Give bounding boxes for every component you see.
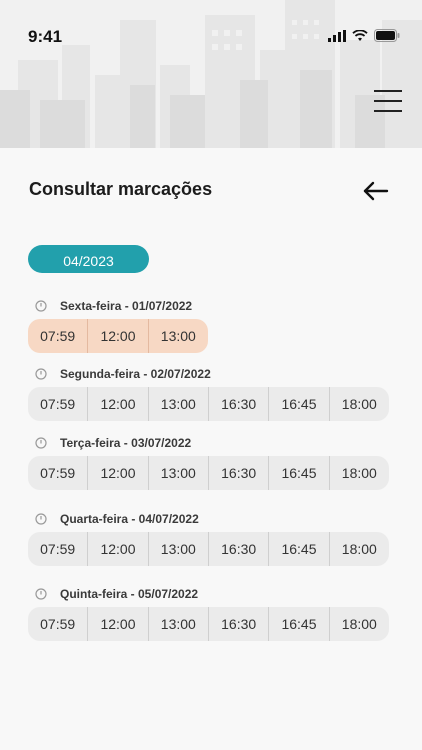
- time-entry[interactable]: 07:59: [28, 387, 87, 421]
- day-label: Quarta-feira - 04/07/2022: [60, 512, 199, 526]
- day-group: Terça-feira - 03/07/2022 07:59 12:00 13:…: [28, 435, 389, 490]
- day-group: Sexta-feira - 01/07/2022 07:59 12:00 13:…: [28, 298, 389, 353]
- time-entry[interactable]: 16:45: [268, 387, 328, 421]
- day-header: Terça-feira - 03/07/2022: [28, 435, 389, 451]
- day-header: Quarta-feira - 04/07/2022: [28, 511, 389, 527]
- day-group: Quinta-feira - 05/07/2022 07:59 12:00 13…: [28, 586, 389, 641]
- clock-icon: [35, 513, 47, 525]
- time-row: 07:59 12:00 13:00 16:30 16:45 18:00: [28, 607, 389, 641]
- time-entry[interactable]: 18:00: [328, 387, 389, 421]
- time-entry[interactable]: 16:45: [268, 532, 328, 566]
- day-group: Segunda-feira - 02/07/2022 07:59 12:00 1…: [28, 366, 389, 421]
- day-group: Quarta-feira - 04/07/2022 07:59 12:00 13…: [28, 511, 389, 566]
- time-entry[interactable]: 12:00: [87, 607, 147, 641]
- status-bar-time: 9:41: [28, 27, 63, 46]
- hamburger-menu-icon[interactable]: [374, 90, 402, 118]
- time-entry[interactable]: 16:30: [207, 456, 268, 490]
- time-entry[interactable]: 07:59: [28, 456, 87, 490]
- cellular-signal-icon: [328, 29, 346, 42]
- day-label: Segunda-feira - 02/07/2022: [60, 367, 211, 381]
- time-row: 07:59 12:00 13:00 16:30 16:45 18:00: [28, 532, 389, 566]
- clock-icon: [35, 437, 47, 449]
- header-banner: 9:41: [0, 0, 422, 148]
- time-entry[interactable]: 16:30: [207, 387, 268, 421]
- page-title: Consultar marcações: [29, 179, 213, 199]
- time-row: 07:59 12:00 13:00 16:30 16:45 18:00: [28, 387, 389, 421]
- day-header: Quinta-feira - 05/07/2022: [28, 586, 389, 602]
- day-header: Segunda-feira - 02/07/2022: [28, 366, 389, 382]
- day-label: Terça-feira - 03/07/2022: [60, 436, 192, 450]
- city-skyline-illustration: [0, 0, 422, 148]
- time-row: 07:59 12:00 13:00: [28, 319, 208, 353]
- time-entry[interactable]: 12:00: [87, 456, 147, 490]
- day-header: Sexta-feira - 01/07/2022: [28, 298, 389, 314]
- time-entry[interactable]: 18:00: [328, 607, 389, 641]
- arrow-left-icon[interactable]: [362, 179, 390, 203]
- wifi-icon: [352, 29, 368, 41]
- time-entry[interactable]: 12:00: [87, 387, 147, 421]
- time-entry[interactable]: 16:45: [268, 456, 328, 490]
- time-entry[interactable]: 16:45: [268, 607, 328, 641]
- clock-icon: [35, 588, 47, 600]
- time-entry[interactable]: 07:59: [28, 607, 87, 641]
- time-entry[interactable]: 07:59: [28, 532, 87, 566]
- day-label: Quinta-feira - 05/07/2022: [60, 587, 199, 601]
- time-entry[interactable]: 16:30: [207, 532, 268, 566]
- time-entry[interactable]: 16:30: [207, 607, 268, 641]
- time-row: 07:59 12:00 13:00 16:30 16:45 18:00: [28, 456, 389, 490]
- time-entry[interactable]: 07:59: [28, 319, 87, 353]
- time-entry[interactable]: 12:00: [87, 532, 147, 566]
- month-selector[interactable]: 04/2023: [28, 245, 149, 273]
- clock-icon: [35, 368, 47, 380]
- status-bar-icons: [328, 29, 400, 42]
- time-entry[interactable]: 13:00: [147, 607, 208, 641]
- time-entry[interactable]: 13:00: [147, 319, 208, 353]
- time-entry[interactable]: 13:00: [147, 387, 208, 421]
- time-entry[interactable]: 18:00: [328, 456, 389, 490]
- clock-icon: [35, 300, 47, 312]
- day-label: Sexta-feira - 01/07/2022: [60, 299, 193, 313]
- time-entry[interactable]: 18:00: [328, 532, 389, 566]
- time-entry[interactable]: 12:00: [87, 319, 147, 353]
- time-entry[interactable]: 13:00: [147, 532, 208, 566]
- battery-icon: [374, 29, 400, 42]
- time-entry[interactable]: 13:00: [147, 456, 208, 490]
